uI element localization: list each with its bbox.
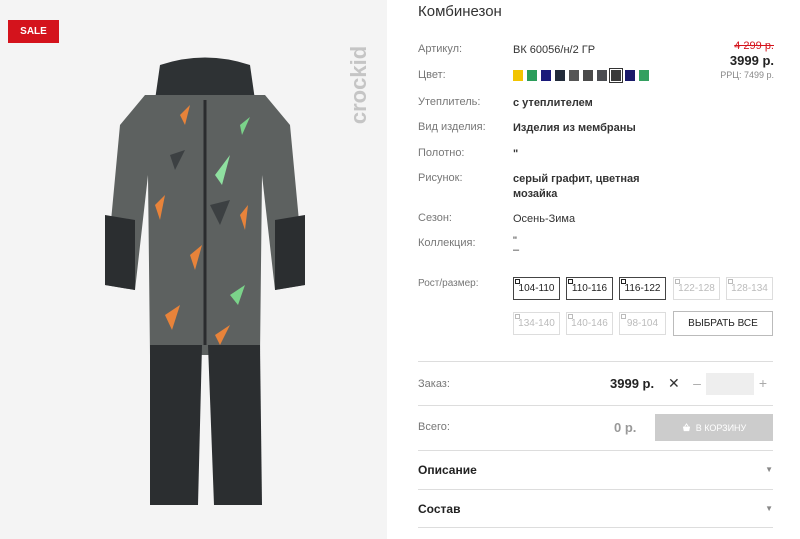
- total-label: Всего:: [418, 421, 450, 433]
- divider: [418, 450, 773, 451]
- attr-value: ВК 60056/н/2 ГР: [513, 44, 596, 56]
- product-title: Комбинезон: [418, 3, 502, 20]
- color-swatch[interactable]: [513, 70, 523, 81]
- color-swatch[interactable]: [527, 70, 537, 81]
- composition-accordion[interactable]: Состав ▼: [418, 502, 773, 522]
- close-icon[interactable]: ✕: [668, 375, 680, 392]
- svg-text:crockid: crockid: [346, 46, 371, 124]
- divider: [418, 527, 773, 528]
- color-swatch[interactable]: [625, 70, 635, 81]
- add-to-cart-button[interactable]: В КОРЗИНУ: [655, 414, 773, 441]
- size-option-label: 116-122: [624, 283, 661, 294]
- brand-logo: crockid: [346, 46, 371, 124]
- caret-down-icon: ▼: [765, 504, 773, 513]
- color-swatch[interactable]: [569, 70, 579, 81]
- checkbox-icon: [515, 314, 520, 319]
- checkbox-icon: [568, 314, 573, 319]
- divider: [418, 489, 773, 490]
- attr-value: Осень-Зима: [513, 213, 576, 225]
- product-image-panel: SALE crockid: [0, 0, 387, 539]
- total-price: 0 р.: [614, 420, 637, 435]
- checkbox-icon: [568, 279, 573, 284]
- checkbox-icon: [515, 279, 520, 284]
- color-swatch[interactable]: [555, 70, 565, 81]
- size-option-disabled: 98-104: [619, 312, 666, 335]
- current-price: 3999 р.: [729, 53, 774, 68]
- size-option[interactable]: 116-122: [619, 277, 666, 300]
- size-option[interactable]: 104-110: [513, 277, 560, 300]
- size-option-label: 98-104: [626, 318, 659, 329]
- attr-value: с утеплителем: [513, 97, 593, 109]
- attr-label: Артикул:: [418, 43, 463, 55]
- size-option-disabled: 122-128: [673, 277, 720, 300]
- accordion-title: Состав: [418, 502, 461, 516]
- divider: [418, 405, 773, 406]
- divider: [418, 361, 773, 362]
- size-option-label: 122-128: [678, 283, 715, 294]
- checkbox-icon: [621, 314, 626, 319]
- rrp-price: РРЦ: 7499 р.: [720, 70, 774, 80]
- size-option-label: 134-140: [518, 318, 555, 329]
- sale-badge: SALE: [8, 20, 59, 43]
- description-accordion[interactable]: Описание ▼: [418, 463, 773, 483]
- basket-icon: [682, 423, 690, 432]
- color-swatch[interactable]: [583, 70, 593, 81]
- product-photo: [105, 57, 305, 505]
- old-price: 4 299 р.: [734, 40, 774, 52]
- checkbox-icon: [621, 279, 626, 284]
- color-swatch[interactable]: [541, 70, 551, 81]
- attr-label: Цвет:: [418, 69, 446, 81]
- increment-button[interactable]: +: [756, 375, 770, 391]
- select-all-button[interactable]: ВЫБРАТЬ ВСЕ: [673, 311, 773, 336]
- accordion-title: Описание: [418, 463, 477, 477]
- color-swatches: [513, 68, 649, 83]
- size-option-label: 104-110: [518, 283, 555, 294]
- add-to-cart-label: В КОРЗИНУ: [695, 422, 747, 433]
- size-label: Рост/размер:: [418, 278, 479, 289]
- size-option-disabled: 134-140: [513, 312, 560, 335]
- order-label: Заказ:: [418, 378, 450, 390]
- attr-value: ": [513, 148, 519, 160]
- attr-label: Полотно:: [418, 147, 465, 159]
- product-page: SALE crockid Комбинезон Артикул: ВК 6005…: [0, 0, 800, 539]
- quantity-input[interactable]: [706, 373, 754, 395]
- color-swatch[interactable]: [609, 68, 623, 83]
- order-price: 3999 р.: [610, 376, 655, 391]
- size-option-label: 110-116: [571, 283, 608, 294]
- size-option-label: 140-146: [571, 318, 608, 329]
- color-swatch[interactable]: [597, 70, 607, 81]
- color-swatch[interactable]: [639, 70, 649, 81]
- attr-label: Сезон:: [418, 212, 452, 224]
- size-option-disabled: 128-134: [726, 277, 773, 300]
- attr-label: Утеплитель:: [418, 96, 481, 108]
- attr-label: Коллекция:: [418, 237, 476, 249]
- attr-value: серый графит, цветная мозайка: [513, 173, 640, 200]
- attr-value: " –: [513, 235, 520, 256]
- attr-label: Рисунок:: [418, 172, 463, 184]
- checkbox-icon: [728, 279, 733, 284]
- size-option-label: 128-134: [731, 283, 768, 294]
- size-option-disabled: 140-146: [566, 312, 613, 335]
- checkbox-icon: [675, 279, 680, 284]
- attr-value: Изделия из мембраны: [513, 122, 636, 134]
- decrement-button[interactable]: –: [690, 375, 704, 391]
- attr-label: Вид изделия:: [418, 121, 486, 133]
- caret-down-icon: ▼: [765, 465, 773, 474]
- size-option[interactable]: 110-116: [566, 277, 613, 300]
